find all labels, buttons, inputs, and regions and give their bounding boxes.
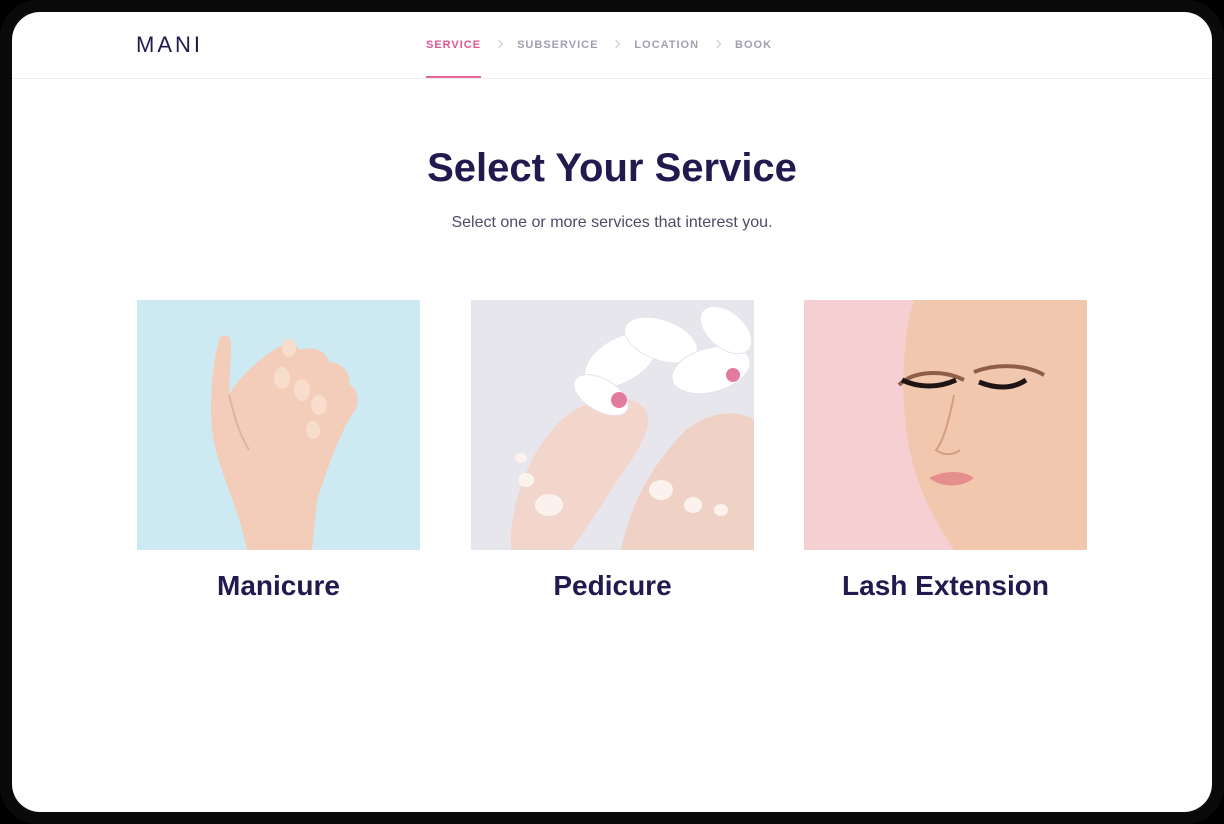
step-subservice[interactable]: SUBSERVICE <box>517 12 598 78</box>
device-frame: MANI SERVICE SUBSERVICE LOCATION BOOK Se… <box>0 0 1224 824</box>
app-screen: MANI SERVICE SUBSERVICE LOCATION BOOK Se… <box>12 12 1212 812</box>
step-book[interactable]: BOOK <box>735 12 772 78</box>
chevron-right-icon <box>598 12 634 78</box>
service-card-manicure[interactable]: Manicure <box>137 300 420 602</box>
woman-face-photo <box>804 300 1087 550</box>
service-card-lash-extension[interactable]: Lash Extension <box>804 300 1087 602</box>
service-label: Pedicure <box>553 570 672 601</box>
page-subtitle: Select one or more services that interes… <box>451 214 773 231</box>
top-navigation: MANI SERVICE SUBSERVICE LOCATION BOOK <box>12 12 1212 79</box>
feet-flowers-photo <box>471 300 754 550</box>
page-title: Select Your Service <box>427 146 797 190</box>
chevron-right-icon <box>699 12 735 78</box>
service-card-pedicure[interactable]: Pedicure <box>471 300 754 602</box>
chevron-right-icon <box>481 12 517 78</box>
logo: MANI <box>136 32 203 57</box>
step-service[interactable]: SERVICE <box>426 12 482 78</box>
service-label: Lash Extension <box>842 570 1049 601</box>
step-location[interactable]: LOCATION <box>634 12 699 78</box>
service-label: Manicure <box>217 570 340 601</box>
step-progress: SERVICE SUBSERVICE LOCATION BOOK <box>426 12 772 78</box>
hand-photo <box>137 300 420 550</box>
